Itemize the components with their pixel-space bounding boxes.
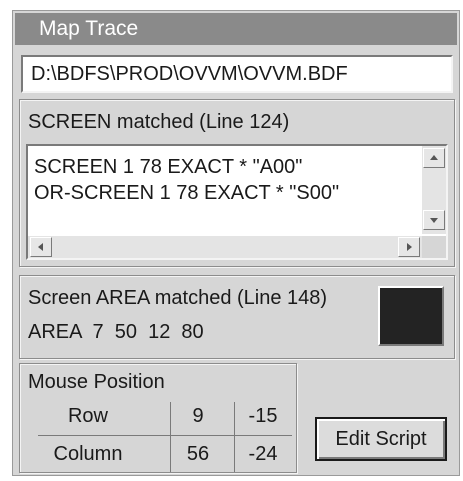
scroll-right-icon [407,243,412,251]
row-value-b: -15 [248,405,278,427]
area-match-values: AREA 7 50 12 80 [28,321,204,343]
scroll-up-button[interactable] [423,148,445,168]
map-trace-window: Map Trace D:\BDFS\PROD\OVVM\OVVM.BDF SCR… [12,10,460,476]
screen-match-code: SCREEN 1 78 EXACT * "A00" OR-SCREEN 1 78… [34,154,339,206]
scroll-right-button[interactable] [398,237,420,257]
area-match-group: Screen AREA matched (Line 148) AREA 7 50… [19,275,455,359]
edit-script-button[interactable]: Edit Script [315,417,447,461]
row-value-a: 9 [192,405,204,427]
screen-line-2: OR-SCREEN 1 78 EXACT * "S00" [34,182,340,204]
screen-match-group: SCREEN matched (Line 124) SCREEN 1 78 EX… [19,99,455,267]
file-path-field[interactable]: D:\BDFS\PROD\OVVM\OVVM.BDF [21,55,453,93]
vertical-scrollbar[interactable] [422,146,446,234]
column-label: Column [53,443,123,465]
grid-column-divider [170,402,171,472]
screen-line-1: SCREEN 1 78 EXACT * "A00" [34,156,303,178]
mouse-position-group: Mouse Position Row 9 -15 Column 56 -24 [19,363,297,473]
scroll-down-button[interactable] [423,210,445,230]
mouse-position-title: Mouse Position [28,371,165,393]
screen-match-text[interactable]: SCREEN 1 78 EXACT * "A00" OR-SCREEN 1 78… [26,144,448,260]
area-color-swatch [378,286,444,346]
scroll-left-icon [38,243,43,251]
horizontal-scrollbar[interactable] [28,236,422,258]
scroll-up-icon [430,155,438,160]
row-label: Row [67,405,108,427]
column-value-b: -24 [248,443,278,465]
column-value-a: 56 [186,443,210,465]
scroll-down-icon [430,218,438,223]
area-match-header: Screen AREA matched (Line 148) [28,287,328,309]
scroll-corner [422,236,446,258]
grid-column-divider [234,402,235,472]
scroll-left-button[interactable] [30,237,52,257]
grid-divider [38,435,292,436]
window-title: Map Trace [15,13,457,45]
screen-match-header: SCREEN matched (Line 124) [28,111,290,133]
mouse-position-grid: Row 9 -15 Column 56 -24 [38,402,292,472]
